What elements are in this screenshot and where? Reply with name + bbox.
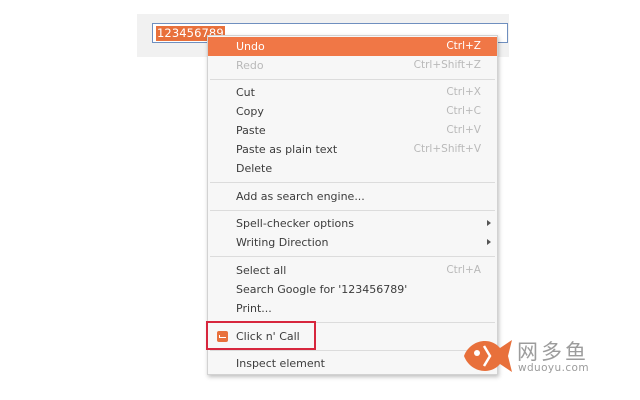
menu-item-inspect-element[interactable]: Inspect element bbox=[208, 354, 497, 373]
menu-item-label: Click n' Call bbox=[236, 330, 300, 343]
menu-item-copy[interactable]: Copy Ctrl+C bbox=[208, 102, 497, 121]
phone-extension-icon bbox=[217, 331, 228, 342]
menu-item-undo[interactable]: Undo Ctrl+Z bbox=[208, 37, 497, 56]
menu-item-shortcut: Ctrl+A bbox=[446, 264, 481, 276]
menu-separator bbox=[210, 210, 495, 211]
menu-item-label: Inspect element bbox=[236, 357, 325, 370]
menu-item-search-google[interactable]: Search Google for '123456789' bbox=[208, 280, 497, 299]
menu-item-shortcut: Ctrl+Shift+Z bbox=[413, 59, 481, 71]
menu-item-shortcut: Ctrl+Shift+V bbox=[413, 143, 481, 155]
menu-item-print[interactable]: Print... bbox=[208, 299, 497, 318]
menu-separator bbox=[210, 182, 495, 183]
menu-item-label: Print... bbox=[236, 302, 272, 315]
menu-item-label: Undo bbox=[236, 40, 265, 53]
menu-separator bbox=[210, 79, 495, 80]
menu-item-label: Copy bbox=[236, 105, 264, 118]
menu-item-redo[interactable]: Redo Ctrl+Shift+Z bbox=[208, 56, 497, 75]
menu-item-shortcut: Ctrl+V bbox=[446, 124, 481, 136]
watermark: 网多鱼 wduoyu.com bbox=[460, 332, 600, 380]
menu-item-label: Paste bbox=[236, 124, 266, 137]
menu-item-delete[interactable]: Delete bbox=[208, 159, 497, 178]
menu-item-label: Writing Direction bbox=[236, 236, 329, 249]
watermark-subtitle: wduoyu.com bbox=[518, 362, 589, 374]
menu-item-cut[interactable]: Cut Ctrl+X bbox=[208, 83, 497, 102]
menu-item-paste[interactable]: Paste Ctrl+V bbox=[208, 121, 497, 140]
menu-item-spell-checker-options[interactable]: Spell-checker options bbox=[208, 214, 497, 233]
menu-separator bbox=[210, 350, 495, 351]
menu-item-add-search-engine[interactable]: Add as search engine... bbox=[208, 187, 497, 206]
fish-logo-icon bbox=[464, 340, 512, 372]
submenu-arrow-icon bbox=[487, 239, 491, 245]
menu-item-label: Paste as plain text bbox=[236, 143, 338, 156]
menu-item-paste-plain-text[interactable]: Paste as plain text Ctrl+Shift+V bbox=[208, 140, 497, 159]
menu-item-shortcut: Ctrl+Z bbox=[446, 40, 481, 52]
menu-item-label: Search Google for '123456789' bbox=[236, 283, 408, 296]
menu-separator bbox=[210, 256, 495, 257]
menu-item-label: Select all bbox=[236, 264, 287, 277]
menu-item-label: Spell-checker options bbox=[236, 217, 354, 230]
menu-separator bbox=[210, 322, 495, 323]
menu-item-label: Delete bbox=[236, 162, 273, 175]
menu-item-label: Cut bbox=[236, 86, 255, 99]
menu-item-label: Add as search engine... bbox=[236, 190, 365, 203]
submenu-arrow-icon bbox=[487, 220, 491, 226]
menu-item-shortcut: Ctrl+C bbox=[446, 105, 481, 117]
menu-item-shortcut: Ctrl+X bbox=[446, 86, 481, 98]
menu-item-label: Redo bbox=[236, 59, 264, 72]
context-menu: Undo Ctrl+Z Redo Ctrl+Shift+Z Cut Ctrl+X… bbox=[207, 35, 498, 375]
menu-item-click-n-call[interactable]: Click n' Call bbox=[208, 327, 497, 346]
menu-item-writing-direction[interactable]: Writing Direction bbox=[208, 233, 497, 252]
menu-item-select-all[interactable]: Select all Ctrl+A bbox=[208, 261, 497, 280]
